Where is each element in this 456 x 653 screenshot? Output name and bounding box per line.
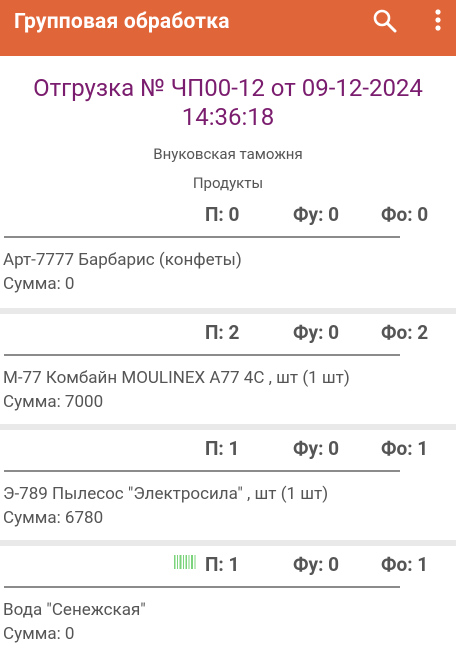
list-item[interactable]: П: 0 Фу: 0 Фо: 0 Арт-7777 Барбарис (конф… <box>0 196 456 308</box>
divider <box>4 236 400 238</box>
count-fu: Фу: 0 <box>293 553 340 576</box>
item-name: Э-789 Пылесос "Электросила" , шт (1 шт) <box>3 484 329 504</box>
item-counts: П: 0 Фу: 0 Фо: 0 <box>0 203 456 227</box>
divider <box>4 354 400 356</box>
list-item[interactable]: П: 1 Фу: 0 Фо: 1 Э-789 Пылесос "Электрос… <box>0 430 456 540</box>
item-sum: Сумма: 7000 <box>3 392 104 412</box>
count-fu: Фу: 0 <box>293 321 340 344</box>
count-p: П: 0 <box>205 203 240 226</box>
divider <box>4 586 400 588</box>
item-name: М-77 Комбайн MOULINEX A77 4C , шт (1 шт) <box>3 368 350 388</box>
count-fo: Фо: 1 <box>381 437 429 460</box>
document-title-line-1: Отгрузка № ЧП00-12 от 09-12-2024 <box>33 74 423 102</box>
count-fu: Фу: 0 <box>293 203 340 226</box>
count-fo: Фо: 1 <box>381 553 429 576</box>
count-p: П: 1 <box>205 437 240 460</box>
item-counts: П: 2 Фу: 0 Фо: 2 <box>0 321 456 345</box>
item-name: Арт-7777 Барбарис (конфеты) <box>3 250 242 270</box>
divider <box>4 470 400 472</box>
item-sum: Сумма: 0 <box>3 624 75 644</box>
more-vert-icon[interactable] <box>428 8 448 34</box>
search-icon[interactable] <box>370 6 400 36</box>
count-p: П: 1 <box>205 553 240 576</box>
app-bar: Групповая обработка <box>0 0 456 56</box>
warehouse-label: Внуковская таможня <box>153 145 303 163</box>
group-label: Продукты <box>192 174 264 192</box>
item-counts: П: 1 Фу: 0 Фо: 1 <box>0 553 456 577</box>
list-item[interactable]: П: 1 Фу: 0 Фо: 1 Вода "Сенежская" Сумма:… <box>0 546 456 653</box>
item-sum: Сумма: 0 <box>3 274 75 294</box>
document-title: Отгрузка № ЧП00-12 от 09-12-2024 14:36:1… <box>0 74 456 132</box>
count-p: П: 2 <box>205 321 240 344</box>
count-fo: Фо: 2 <box>381 321 429 344</box>
list-item[interactable]: П: 2 Фу: 0 Фо: 2 М-77 Комбайн MOULINEX A… <box>0 314 456 424</box>
count-fo: Фо: 0 <box>381 203 429 226</box>
item-name: Вода "Сенежская" <box>3 600 146 620</box>
count-fu: Фу: 0 <box>293 437 340 460</box>
document-header: Отгрузка № ЧП00-12 от 09-12-2024 14:36:1… <box>0 56 456 196</box>
document-title-line-2: 14:36:18 <box>181 103 275 131</box>
item-sum: Сумма: 6780 <box>3 508 104 528</box>
item-counts: П: 1 Фу: 0 Фо: 1 <box>0 437 456 461</box>
app-title: Групповая обработка <box>14 10 230 34</box>
